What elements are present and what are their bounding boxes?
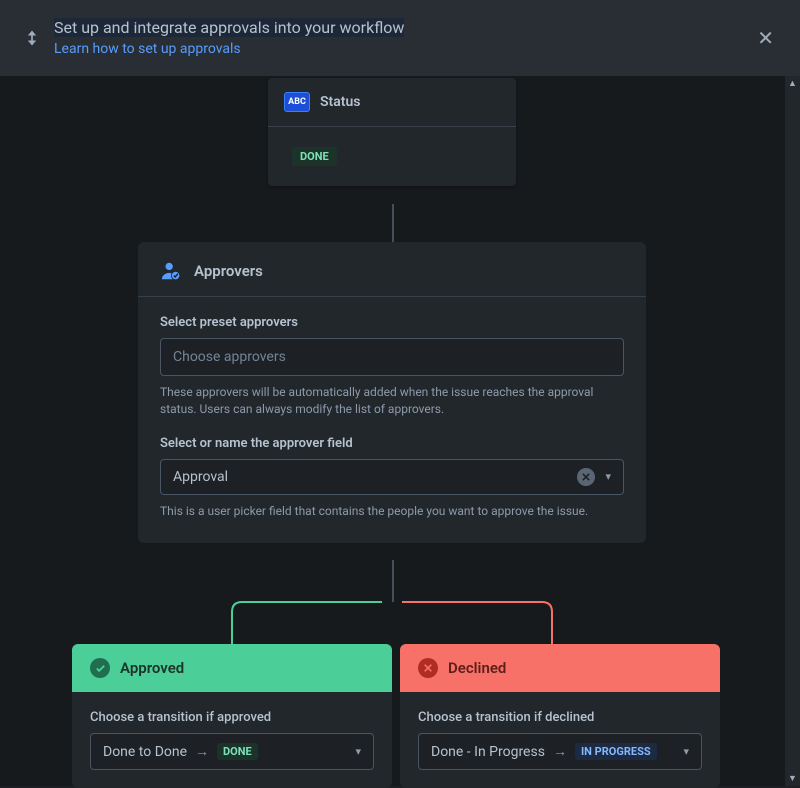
status-done-badge: DONE — [292, 147, 337, 166]
approver-field-label: Select or name the approver field — [160, 436, 624, 451]
chevron-down-icon: ▾ — [683, 745, 689, 758]
workflow-icon — [20, 26, 44, 50]
check-circle-icon — [90, 658, 110, 678]
connector-line — [392, 560, 394, 602]
declined-transition-target: IN PROGRESS — [575, 743, 657, 760]
status-node-header: ABC Status — [268, 78, 516, 127]
banner-learn-link[interactable]: Learn how to set up approvals — [54, 40, 751, 58]
cross-circle-icon — [418, 658, 438, 678]
scroll-up-icon[interactable]: ▲ — [785, 76, 800, 91]
approved-transition-target: DONE — [217, 743, 258, 760]
approved-header: Approved — [72, 644, 392, 692]
approvers-icon — [160, 260, 182, 282]
banner-title: Set up and integrate approvals into your… — [54, 18, 404, 37]
approved-transition-name: Done to Done — [103, 744, 187, 760]
clear-icon[interactable] — [577, 468, 595, 486]
declined-transition-name: Done - In Progress — [431, 744, 545, 760]
declined-header: Declined — [400, 644, 720, 692]
approved-transition-select[interactable]: Done to Done → DONE ▾ — [90, 733, 374, 770]
vertical-scrollbar[interactable]: ▲ ▼ — [785, 76, 800, 786]
declined-outcome-card: Declined Choose a transition if declined… — [400, 644, 720, 788]
arrow-right-icon: → — [195, 743, 209, 760]
workflow-canvas: ABC Status DONE Approvers Select preset — [0, 76, 785, 786]
approver-field-value: Approval — [173, 469, 577, 485]
approved-title: Approved — [120, 659, 184, 677]
preset-approvers-label: Select preset approvers — [160, 315, 624, 330]
arrow-right-icon: → — [553, 743, 567, 760]
branch-connector — [212, 600, 572, 650]
approvers-title: Approvers — [194, 262, 263, 280]
declined-transition-select[interactable]: Done - In Progress → IN PROGRESS ▾ — [418, 733, 702, 770]
status-node[interactable]: ABC Status DONE — [268, 78, 516, 186]
connector-line — [392, 204, 394, 242]
preset-approvers-input[interactable]: Choose approvers — [160, 338, 624, 376]
preset-approvers-help: These approvers will be automatically ad… — [160, 384, 624, 418]
chevron-down-icon: ▾ — [355, 745, 361, 758]
close-icon[interactable]: ✕ — [751, 20, 780, 56]
status-node-title: Status — [320, 94, 360, 110]
field-type-badge-icon: ABC — [284, 92, 310, 112]
approved-transition-label: Choose a transition if approved — [90, 710, 374, 725]
approvals-setup-banner: Set up and integrate approvals into your… — [0, 0, 800, 76]
declined-transition-label: Choose a transition if declined — [418, 710, 702, 725]
chevron-down-icon: ▾ — [605, 470, 611, 483]
approved-outcome-card: Approved Choose a transition if approved… — [72, 644, 392, 788]
approvers-node: Approvers Select preset approvers Choose… — [138, 242, 646, 543]
approver-field-help: This is a user picker field that contain… — [160, 503, 624, 520]
scroll-down-icon[interactable]: ▼ — [785, 771, 800, 786]
declined-title: Declined — [448, 659, 506, 677]
approver-field-select[interactable]: Approval ▾ — [160, 459, 624, 495]
